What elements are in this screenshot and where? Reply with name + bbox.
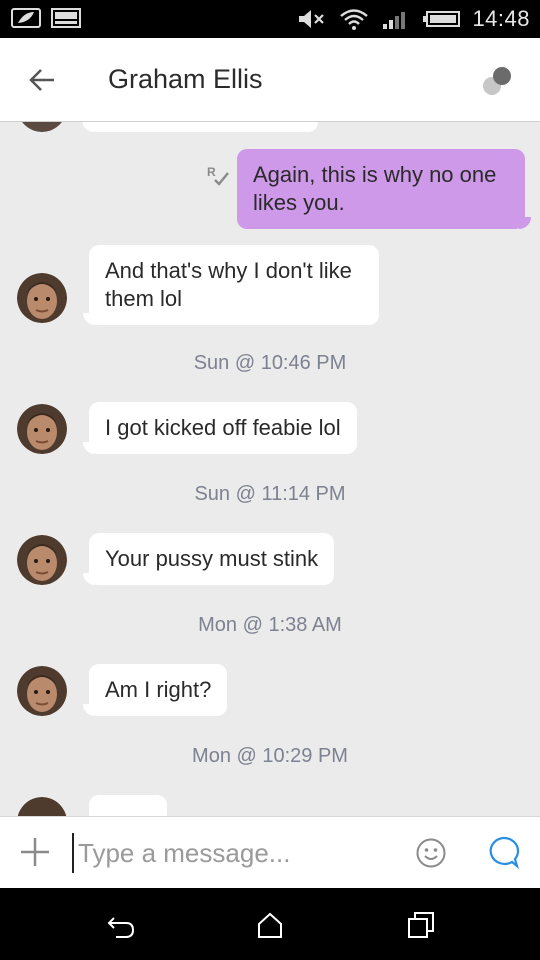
message-bubble-incoming[interactable]: I got kicked off feabie lol xyxy=(83,402,357,454)
message-composer xyxy=(0,816,540,888)
emoji-icon[interactable] xyxy=(415,837,447,869)
message-bubble-outgoing[interactable]: Again, this is why no one likes you. xyxy=(237,149,531,229)
notification-leaf-icon xyxy=(11,8,41,28)
avatar[interactable] xyxy=(17,797,67,816)
avatar[interactable] xyxy=(17,273,67,323)
gallery-notification-icon xyxy=(51,8,81,28)
timestamp: Sun @ 11:14 PM xyxy=(194,483,346,505)
send-chat-icon[interactable] xyxy=(486,835,520,869)
message-list[interactable]: R Again, this is why no one likes you. A… xyxy=(0,122,540,816)
back-arrow-icon[interactable] xyxy=(26,64,58,96)
recents-nav-icon[interactable] xyxy=(406,910,436,940)
message-bubble-incoming[interactable]: And that's why I don't like them lol xyxy=(83,245,379,325)
signal-icon xyxy=(383,12,406,29)
message-bubble-incoming[interactable]: Your pussy must stink xyxy=(82,533,335,585)
timestamp: Mon @ 10:29 PM xyxy=(192,745,348,767)
plus-icon[interactable] xyxy=(18,835,52,869)
avatar[interactable] xyxy=(17,404,67,454)
wifi-icon xyxy=(340,9,369,30)
read-receipt-icon: R xyxy=(207,165,229,186)
back-nav-icon[interactable] xyxy=(106,910,136,940)
avatar[interactable] xyxy=(17,666,67,716)
svg-text:R: R xyxy=(207,165,216,179)
contact-name: Graham Ellis xyxy=(108,64,263,94)
message-input[interactable] xyxy=(72,833,392,873)
clock-time: 14:48 xyxy=(472,6,530,31)
avatar xyxy=(17,122,67,132)
status-bar: 14:48 xyxy=(0,0,540,38)
message-bubble-partial xyxy=(89,795,167,816)
conversation-header: Graham Ellis xyxy=(0,38,540,122)
message-bubble-incoming[interactable]: Am I right? xyxy=(82,664,228,716)
system-nav-bar xyxy=(0,888,540,960)
muted-volume-icon xyxy=(299,10,325,28)
home-nav-icon[interactable] xyxy=(255,910,285,940)
timestamp: Sun @ 10:46 PM xyxy=(193,352,347,374)
presence-dots-icon[interactable] xyxy=(480,64,516,98)
battery-icon xyxy=(423,11,461,27)
avatar[interactable] xyxy=(17,535,67,585)
message-bubble-partial xyxy=(82,122,318,132)
timestamp: Mon @ 1:38 AM xyxy=(198,614,342,636)
